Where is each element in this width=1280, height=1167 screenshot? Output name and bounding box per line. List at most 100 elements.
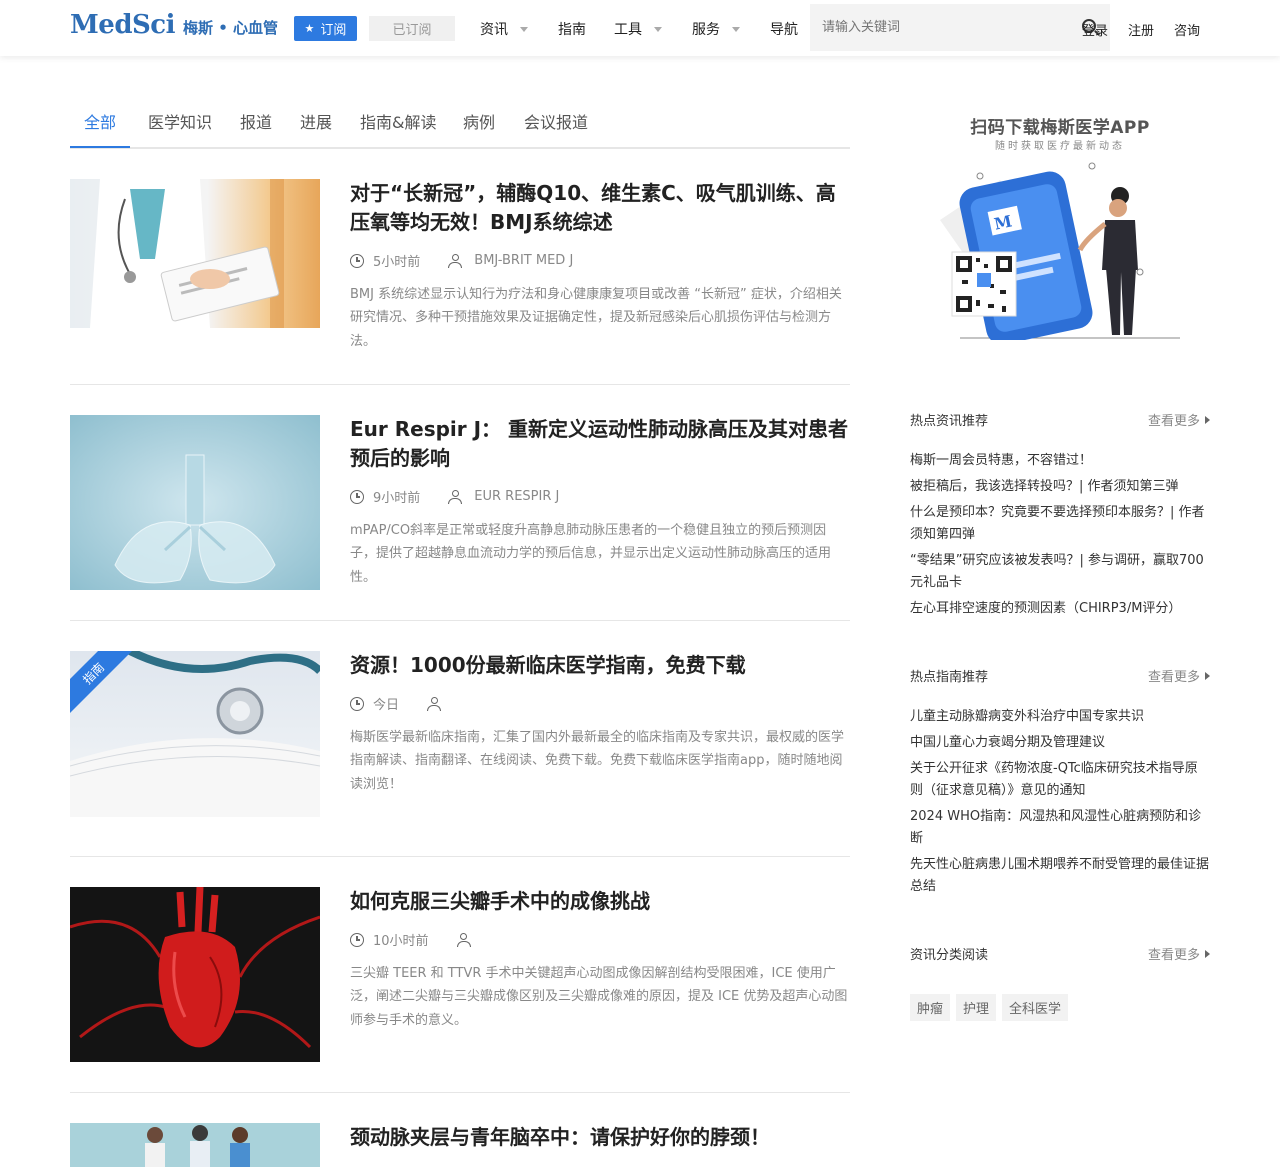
hot-news-item[interactable]: 什么是预印本？究竟要不要选择预印本服务？| 作者须知第四弹 [910, 502, 1210, 546]
clock-icon [350, 932, 364, 947]
consult-link[interactable]: 咨询 [1174, 20, 1200, 39]
clock-icon [350, 253, 364, 268]
tab-medical-knowledge[interactable]: 医学知识 [148, 109, 212, 133]
hot-news-item[interactable]: 梅斯一周会员特惠，不容错过！ [910, 450, 1210, 472]
article-meta: 9小时前 EUR RESPIR J [350, 487, 559, 506]
tab-guides-interpretation[interactable]: 指南&解读 [360, 109, 436, 133]
more-label: 查看更多 [1147, 670, 1200, 685]
logo-sub-text: 梅斯 • 心血管 [183, 19, 279, 37]
hot-guide-item[interactable]: 2024 WHO指南：风湿热和风湿性心脏病预防和诊断 [910, 806, 1210, 850]
divider [70, 384, 850, 385]
hot-guide-item[interactable]: 关于公开征求《药物浓度-QTc临床研究技术指导原则（征求意见稿）》意见的通知 [910, 758, 1210, 802]
hot-guide-item[interactable]: 先天性心脏病患儿围术期喂养不耐受管理的最佳证据总结 [910, 854, 1210, 898]
nav-item-tools[interactable]: 工具 [614, 19, 662, 39]
search-input[interactable] [810, 4, 1110, 51]
article-thumbnail[interactable] [70, 179, 320, 328]
more-label: 查看更多 [1147, 414, 1200, 429]
tab-all[interactable]: 全部 [84, 109, 116, 133]
article-title[interactable]: 如何克服三尖瓣手术中的成像挑战 [350, 887, 850, 916]
article-title[interactable]: Eur Respir J： 重新定义运动性肺动脉高压及其对患者预后的影响 [350, 415, 850, 473]
chevron-right-icon [1205, 415, 1210, 424]
category-tag[interactable]: 肿瘤 [910, 994, 951, 1021]
article-author: EUR RESPIR J [474, 489, 560, 504]
nav-item-services[interactable]: 服务 [692, 19, 740, 39]
nav-label: 指南 [558, 22, 586, 38]
article-time: 9小时前 [373, 491, 421, 506]
hot-news-more-link[interactable]: 查看更多 [1148, 410, 1210, 429]
subscribe-label: 订阅 [320, 23, 347, 38]
article-time: 10小时前 [373, 934, 429, 949]
category-more-link[interactable]: 查看更多 [1148, 944, 1210, 963]
article-thumbnail[interactable]: 指南 [70, 651, 320, 817]
article-description: 梅斯医学最新临床指南，汇集了国内外最新最全的临床指南及专家共识，最权威的医学指南… [350, 730, 845, 792]
tab-cases[interactable]: 病例 [463, 109, 495, 133]
article-thumbnail[interactable] [70, 887, 320, 1062]
article-description: 三尖瓣 TEER 和 TTVR 手术中关键超声心动图成像因解剖结构受限困难，IC… [350, 966, 848, 1028]
hot-guides-title: 热点指南推荐 [910, 670, 989, 685]
nav-item-guides[interactable]: 指南 [558, 19, 586, 39]
article-item[interactable]: 对于“长新冠”，辅酶Q10、维生素C、吸气肌训练、高压氧等均无效！BMJ系统综述… [70, 179, 850, 354]
nav-label: 导航 [770, 22, 798, 38]
category-header: 资讯分类阅读 查看更多 [910, 944, 1210, 963]
article-time: 今日 [373, 698, 400, 713]
category-tag[interactable]: 护理 [956, 994, 997, 1021]
chevron-right-icon [1205, 671, 1210, 680]
app-download-subtitle: 随时获取医疗最新动态 [995, 141, 1125, 152]
article-time: 5小时前 [373, 255, 421, 270]
subscribe-button[interactable]: ★ 订阅 [294, 16, 357, 41]
article-description: mPAP/CO斜率是正常或轻度升高静息肺动脉压患者的一个稳健且独立的预后预测因子… [350, 523, 832, 585]
chevron-down-icon [654, 26, 662, 32]
divider [70, 1092, 850, 1093]
search-box [810, 4, 1110, 51]
divider [70, 620, 850, 621]
article-item[interactable]: 指南 资源！1000份最新临床医学指南，免费下载 今日 梅斯医学最新临床指南，汇… [70, 651, 850, 817]
user-icon [448, 253, 463, 268]
category-tag[interactable]: 全科医学 [1002, 994, 1069, 1021]
top-header: MedSci 梅斯 • 心血管 ★ 订阅 已订阅 资讯 指南 工具 服务 导航 … [0, 0, 1280, 56]
article-title[interactable]: 资源！1000份最新临床医学指南，免费下载 [350, 651, 850, 680]
more-label: 查看更多 [1147, 948, 1200, 963]
app-download-illustration: M [940, 160, 1180, 345]
article-author: BMJ-BRIT MED J [474, 253, 574, 268]
tab-reports[interactable]: 报道 [240, 109, 272, 133]
subscribed-label: 已订阅 [392, 23, 432, 38]
article-description: BMJ 系统综述显示认知行为疗法和身心健康康复项目或改善 “长新冠” 症状，介绍… [350, 287, 842, 349]
tab-conference[interactable]: 会议报道 [524, 109, 588, 133]
nav-item-navigation[interactable]: 导航 [770, 19, 798, 39]
article-item[interactable]: 颈动脉夹层与青年脑卒中：请保护好你的脖颈！ [70, 1123, 850, 1167]
active-tab-indicator [70, 146, 130, 148]
hot-news-list: 梅斯一周会员特惠，不容错过！ 被拒稿后，我该选择转投吗？| 作者须知第三弹 什么… [910, 450, 1210, 624]
article-thumbnail[interactable] [70, 415, 320, 590]
article-item[interactable]: 如何克服三尖瓣手术中的成像挑战 10小时前 三尖瓣 TEER 和 TTVR 手术… [70, 887, 850, 1062]
article-meta: 今日 [350, 694, 453, 713]
hot-news-title: 热点资讯推荐 [910, 414, 989, 429]
hot-news-item[interactable]: 左心耳排空速度的预测因素（CHIRP3/M评分） [910, 598, 1210, 620]
category-tabs: 全部 医学知识 报道 进展 指南&解读 病例 会议报道 [70, 96, 850, 149]
hot-news-header: 热点资讯推荐 查看更多 [910, 410, 1210, 429]
hot-guide-item[interactable]: 中国儿童心力衰竭分期及管理建议 [910, 732, 1210, 754]
article-thumbnail[interactable] [70, 1123, 320, 1167]
subscribed-button[interactable]: 已订阅 [369, 16, 455, 41]
user-icon [448, 489, 463, 504]
medsci-logo[interactable]: MedSci 梅斯 • 心血管 [70, 10, 278, 40]
register-link[interactable]: 注册 [1128, 20, 1154, 39]
login-link[interactable]: 登录 [1082, 20, 1108, 39]
article-meta: 5小时前 BMJ-BRIT MED J [350, 251, 573, 270]
tab-progress[interactable]: 进展 [300, 109, 332, 133]
chevron-right-icon [1205, 949, 1210, 958]
article-title[interactable]: 对于“长新冠”，辅酶Q10、维生素C、吸气肌训练、高压氧等均无效！BMJ系统综述 [350, 179, 850, 237]
hot-guides-more-link[interactable]: 查看更多 [1148, 666, 1210, 685]
app-download-title: 扫码下载梅斯医学APP [970, 118, 1150, 138]
hot-guide-item[interactable]: 儿童主动脉瓣病变外科治疗中国专家共识 [910, 706, 1210, 728]
logo-main-text: MedSci [70, 10, 176, 40]
category-title: 资讯分类阅读 [910, 948, 989, 963]
hot-news-item[interactable]: “零结果”研究应该被发表吗？| 参与调研，赢取700元礼品卡 [910, 550, 1210, 594]
clock-icon [350, 489, 364, 504]
nav-item-news[interactable]: 资讯 [480, 19, 528, 39]
user-icon [456, 932, 471, 947]
divider [70, 856, 850, 857]
hot-news-item[interactable]: 被拒稿后，我该选择转投吗？| 作者须知第三弹 [910, 476, 1210, 498]
article-title[interactable]: 颈动脉夹层与青年脑卒中：请保护好你的脖颈！ [350, 1123, 850, 1152]
hot-guides-list: 儿童主动脉瓣病变外科治疗中国专家共识 中国儿童心力衰竭分期及管理建议 关于公开征… [910, 706, 1210, 902]
article-item[interactable]: Eur Respir J： 重新定义运动性肺动脉高压及其对患者预后的影响 9小时… [70, 415, 850, 590]
